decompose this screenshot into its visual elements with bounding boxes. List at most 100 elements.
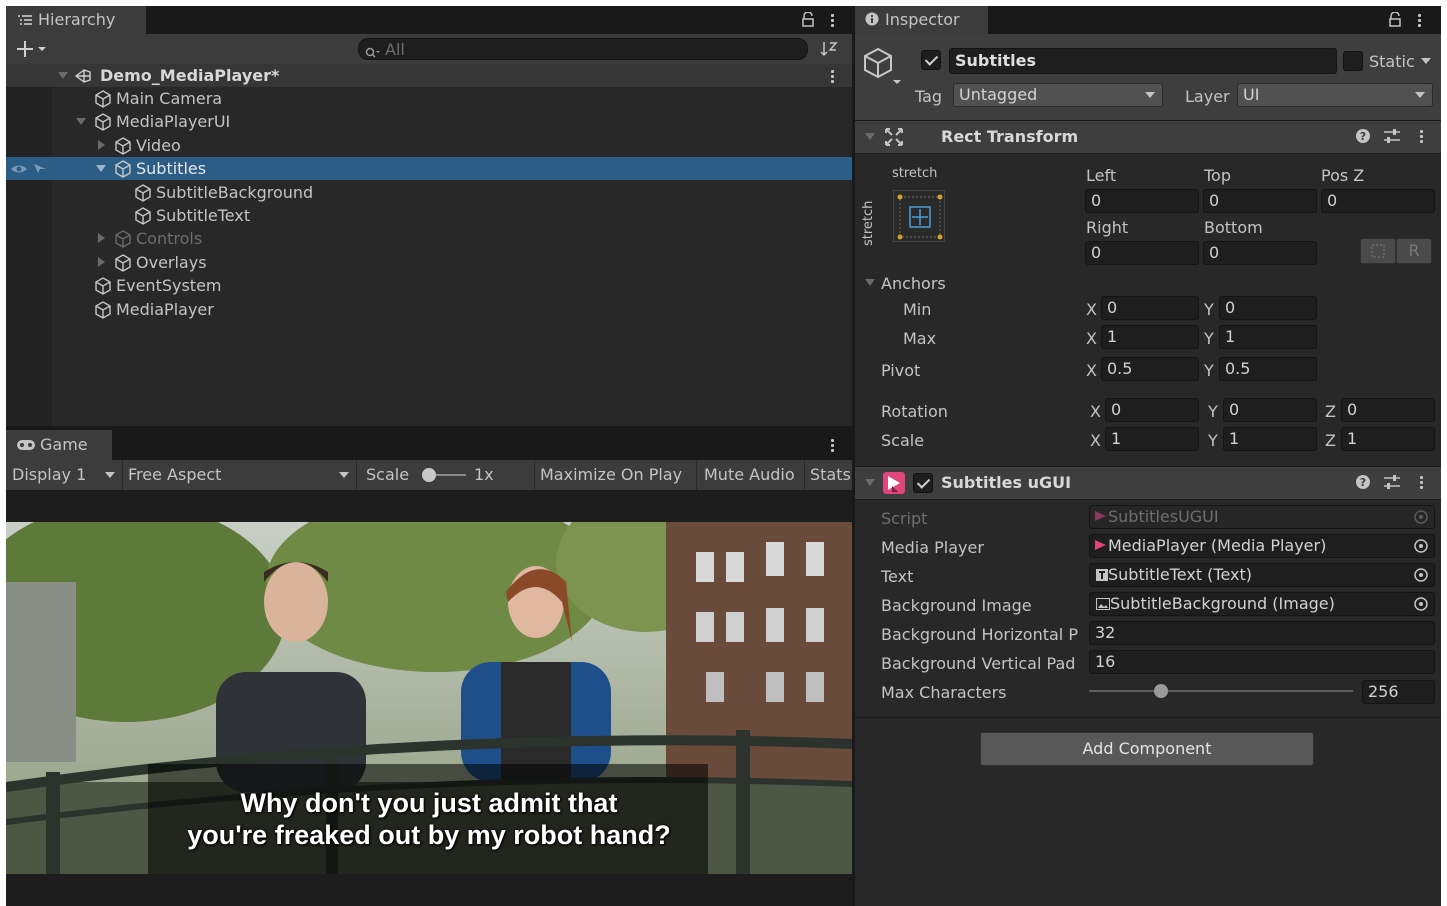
scene-expand-icon[interactable] xyxy=(58,72,68,79)
left-field[interactable]: 0 xyxy=(1085,189,1199,213)
text-field[interactable]: SubtitleText (Text) xyxy=(1089,563,1435,587)
help-icon[interactable]: ? xyxy=(1355,474,1371,494)
anchor-max-y-field[interactable]: 1 xyxy=(1219,325,1317,349)
static-chevron-down-icon[interactable] xyxy=(1421,58,1431,64)
mute-audio-toggle[interactable]: Mute Audio xyxy=(704,460,795,490)
scale-x-field[interactable]: 1 xyxy=(1105,427,1199,451)
aspect-dropdown[interactable]: Free Aspect xyxy=(128,460,221,490)
rotation-x-field[interactable]: 0 xyxy=(1105,398,1199,422)
top-field[interactable]: 0 xyxy=(1203,189,1317,213)
add-icon[interactable] xyxy=(16,40,46,62)
posz-field[interactable]: 0 xyxy=(1321,189,1435,213)
expand-closed-icon[interactable] xyxy=(98,139,105,150)
anchor-max-x-field[interactable]: 1 xyxy=(1101,325,1199,349)
inspector-menu-icon[interactable] xyxy=(1418,12,1422,29)
lock-icon[interactable] xyxy=(1389,11,1401,32)
media-player-label: Media Player xyxy=(881,538,984,557)
anchors-expand-icon[interactable] xyxy=(865,279,875,286)
max-characters-slider[interactable] xyxy=(1089,678,1353,704)
static-label[interactable]: Static xyxy=(1369,52,1415,71)
bottom-field[interactable]: 0 xyxy=(1203,241,1317,265)
blueprint-mode-button[interactable] xyxy=(1360,238,1396,264)
hierarchy-item[interactable]: MediaPlayer xyxy=(6,298,852,321)
rect-transform-expand-icon[interactable] xyxy=(865,133,875,140)
gameobject-cube-icon[interactable] xyxy=(863,46,903,94)
hierarchy-item[interactable]: Overlays xyxy=(6,251,852,274)
pivot-x-field[interactable]: 0.5 xyxy=(1101,357,1199,381)
display-chevron-down-icon[interactable] xyxy=(105,472,115,478)
object-picker-icon[interactable] xyxy=(1413,596,1429,616)
panel-splitter-horizontal[interactable] xyxy=(6,426,852,430)
rect-transform-header[interactable]: Rect Transform ? xyxy=(855,120,1441,154)
hierarchy-item[interactable]: Controls xyxy=(6,227,852,250)
scale-y-field[interactable]: 1 xyxy=(1223,427,1317,451)
tag-chevron-down-icon[interactable] xyxy=(1145,92,1155,98)
presets-icon[interactable] xyxy=(1383,128,1401,148)
media-player-field[interactable]: MediaPlayer (Media Player) xyxy=(1089,534,1435,558)
rotation-z-field[interactable]: 0 xyxy=(1341,398,1435,422)
help-icon[interactable]: ? xyxy=(1355,128,1371,148)
hierarchy-menu-icon[interactable] xyxy=(831,12,835,29)
subtitles-ugui-header[interactable]: Subtitles uGUI ? xyxy=(855,466,1441,500)
scene-header[interactable]: Demo_MediaPlayer* xyxy=(6,64,852,87)
right-field[interactable]: 0 xyxy=(1085,241,1199,265)
lock-icon[interactable] xyxy=(802,11,814,32)
hierarchy-item[interactable]: SubtitleText xyxy=(6,204,852,227)
presets-icon[interactable] xyxy=(1383,474,1401,494)
add-component-button[interactable]: Add Component xyxy=(980,732,1314,766)
script-value: SubtitlesUGUI xyxy=(1108,507,1219,526)
layer-chevron-down-icon[interactable] xyxy=(1415,92,1425,98)
display-dropdown[interactable]: Display 1 xyxy=(12,460,86,490)
stats-toggle[interactable]: Stats xyxy=(810,460,851,490)
hierarchy-item[interactable]: EventSystem xyxy=(6,274,852,297)
game-view[interactable]: Why don't you just admit that you're fre… xyxy=(6,522,852,874)
object-picker-icon[interactable] xyxy=(1413,538,1429,558)
expand-closed-icon[interactable] xyxy=(98,233,105,244)
scene-menu-icon[interactable] xyxy=(831,68,835,85)
axis-y-label: Y xyxy=(1208,431,1218,450)
scale-z-field[interactable]: 1 xyxy=(1341,427,1435,451)
left-label: Left xyxy=(1086,166,1117,185)
scale-label: Scale xyxy=(366,465,410,484)
rect-transform-menu-icon[interactable] xyxy=(1420,128,1424,145)
background-vertical-padding-field[interactable]: 16 xyxy=(1089,650,1435,674)
object-name-field[interactable]: Subtitles xyxy=(949,48,1337,74)
object-picker-icon[interactable] xyxy=(1413,567,1429,587)
tag-dropdown[interactable]: Untagged xyxy=(953,83,1163,107)
rotation-y-field[interactable]: 0 xyxy=(1223,398,1317,422)
expand-open-icon[interactable] xyxy=(76,118,86,126)
subtitles-ugui-enabled-checkbox[interactable] xyxy=(913,473,933,493)
maximize-on-play-toggle[interactable]: Maximize On Play xyxy=(540,460,682,490)
static-checkbox[interactable] xyxy=(1343,51,1363,71)
expand-closed-icon[interactable] xyxy=(98,256,105,267)
max-characters-slider-thumb[interactable] xyxy=(1154,684,1168,698)
hierarchy-item[interactable]: Subtitles xyxy=(6,157,852,181)
tab-game[interactable]: Game xyxy=(6,430,112,460)
anchor-preset-button[interactable] xyxy=(893,190,945,242)
hierarchy-item[interactable]: MediaPlayerUI xyxy=(6,110,852,133)
inspector-panel: Inspector Subtitles Static Tag Untagged … xyxy=(855,6,1441,906)
hierarchy-item[interactable]: Video xyxy=(6,134,852,157)
layer-dropdown[interactable]: UI xyxy=(1237,83,1433,107)
expand-open-icon[interactable] xyxy=(96,165,106,173)
background-horizontal-padding-field[interactable]: 32 xyxy=(1089,621,1435,645)
subtitles-ugui-menu-icon[interactable] xyxy=(1420,474,1424,491)
anchor-min-x-field[interactable]: 0 xyxy=(1101,296,1199,320)
subtitles-ugui-expand-icon[interactable] xyxy=(865,479,875,486)
max-characters-field[interactable]: 256 xyxy=(1362,680,1435,704)
background-image-field[interactable]: SubtitleBackground (Image) xyxy=(1089,592,1435,616)
game-menu-icon[interactable] xyxy=(831,437,835,454)
scale-slider-thumb[interactable] xyxy=(422,468,436,482)
aspect-chevron-down-icon[interactable] xyxy=(339,472,349,478)
hierarchy-item[interactable]: Main Camera xyxy=(6,87,852,110)
hierarchy-item[interactable]: SubtitleBackground xyxy=(6,181,852,204)
tab-hierarchy[interactable]: Hierarchy xyxy=(6,6,146,34)
raw-edit-button[interactable]: R xyxy=(1396,238,1432,264)
hierarchy-search-input[interactable]: All xyxy=(358,38,808,60)
active-checkbox[interactable] xyxy=(921,50,941,70)
anchor-min-y-field[interactable]: 0 xyxy=(1219,296,1317,320)
anchors-label[interactable]: Anchors xyxy=(881,274,946,293)
pivot-y-field[interactable]: 0.5 xyxy=(1219,357,1317,381)
tab-inspector[interactable]: Inspector xyxy=(855,6,988,34)
sort-icon[interactable] xyxy=(820,40,838,62)
